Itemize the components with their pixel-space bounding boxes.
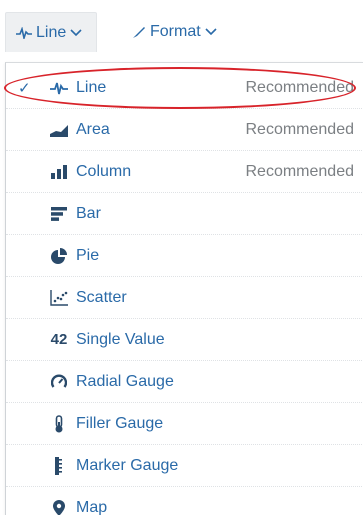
visualization-type-button[interactable]: Line (5, 12, 97, 52)
filler-gauge-icon (48, 413, 70, 435)
toolbar: Line Format (0, 0, 363, 62)
menu-item-label: Map (76, 498, 108, 515)
menu-item-area[interactable]: Area Recommended (6, 109, 363, 151)
menu-item-label: Filler Gauge (76, 414, 164, 432)
format-label: Format (150, 23, 201, 40)
menu-item-filler-gauge[interactable]: Filler Gauge (6, 403, 363, 445)
menu-item-map[interactable]: Map (6, 487, 363, 515)
line-chart-icon (16, 26, 32, 39)
menu-item-label: Column (76, 162, 132, 180)
menu-item-pie[interactable]: Pie (6, 235, 363, 277)
menu-item-label: Single Value (76, 330, 165, 348)
area-chart-icon (48, 119, 70, 141)
menu-item-label: Area (76, 120, 110, 138)
visualization-type-menu: ✓ Line Recommended Area Recommended Colu… (5, 62, 363, 515)
menu-item-radial-gauge[interactable]: Radial Gauge (6, 361, 363, 403)
map-pin-icon (48, 497, 70, 515)
menu-item-label: Pie (76, 246, 100, 264)
recommended-tag: Recommended (245, 78, 355, 96)
visualization-type-label: Line (36, 23, 67, 41)
menu-item-bar[interactable]: Bar (6, 193, 363, 235)
marker-gauge-icon (48, 455, 70, 477)
menu-item-column[interactable]: Column Recommended (6, 151, 363, 193)
brush-icon (132, 25, 146, 39)
menu-item-label: Marker Gauge (76, 456, 179, 474)
menu-item-label: Line (76, 78, 107, 96)
menu-item-single-value[interactable]: 42 Single Value (6, 319, 363, 361)
format-button[interactable]: Format (122, 12, 232, 52)
chevron-down-icon (205, 28, 217, 36)
chevron-down-icon (70, 28, 82, 37)
scatter-chart-icon (48, 287, 70, 309)
menu-item-scatter[interactable]: Scatter (6, 277, 363, 319)
checkmark-icon: ✓ (18, 79, 31, 97)
single-value-icon: 42 (50, 331, 68, 348)
recommended-tag: Recommended (245, 162, 355, 180)
column-chart-icon (48, 161, 70, 183)
recommended-tag: Recommended (245, 120, 355, 138)
menu-item-label: Bar (76, 204, 101, 222)
radial-gauge-icon (48, 371, 70, 393)
menu-item-marker-gauge[interactable]: Marker Gauge (6, 445, 363, 487)
menu-item-label: Radial Gauge (76, 372, 174, 390)
menu-item-label: Scatter (76, 288, 127, 306)
bar-chart-icon (48, 203, 70, 225)
menu-item-line[interactable]: ✓ Line Recommended (6, 67, 363, 109)
pie-chart-icon (48, 245, 70, 267)
line-chart-icon (48, 77, 70, 99)
